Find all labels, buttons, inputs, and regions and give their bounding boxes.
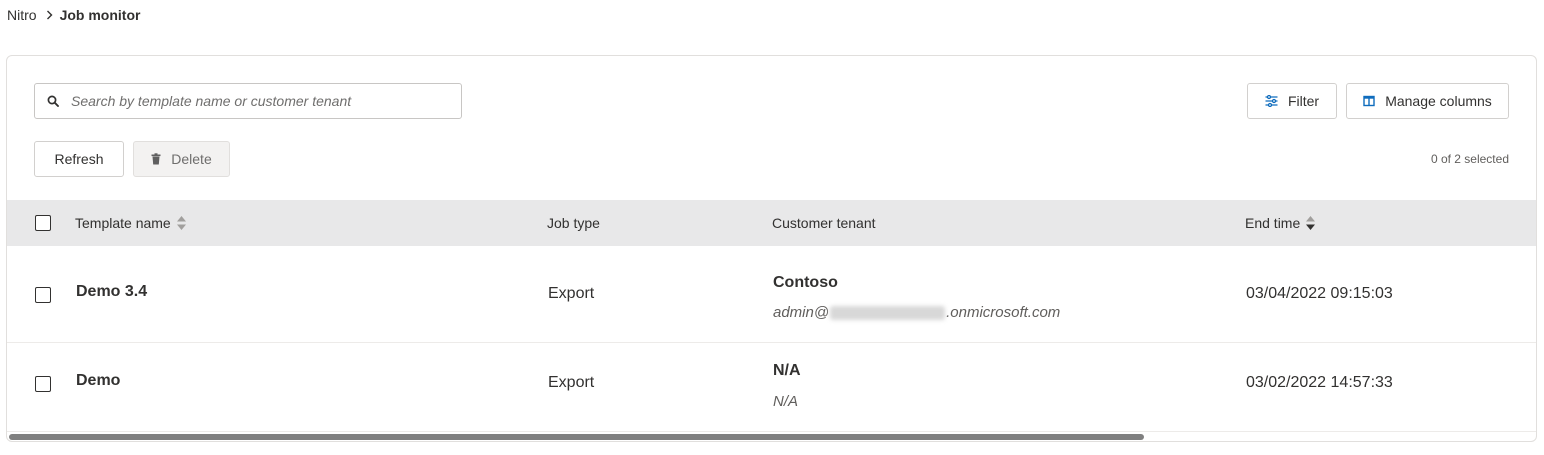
filter-icon	[1265, 95, 1278, 107]
trash-icon	[151, 153, 161, 165]
manage-columns-label: Manage columns	[1385, 93, 1492, 109]
search-input[interactable]	[71, 93, 451, 109]
search-icon	[35, 95, 71, 107]
sort-icon[interactable]	[1305, 215, 1316, 231]
chevron-right-icon	[46, 10, 53, 20]
redacted-text	[830, 306, 946, 321]
column-label: Template name	[75, 215, 171, 231]
template-name[interactable]: Demo	[76, 372, 120, 390]
row-checkbox[interactable]	[35, 376, 51, 392]
breadcrumb: Nitro Job monitor	[7, 6, 140, 24]
horizontal-scrollbar[interactable]	[9, 434, 1144, 440]
table-row[interactable]: Demo 3.4 Export Contoso admin@ .onmicroso…	[7, 246, 1536, 343]
end-time: 03/04/2022 09:15:03	[1246, 285, 1393, 302]
template-name[interactable]: Demo 3.4	[76, 283, 147, 301]
filter-button[interactable]: Filter	[1247, 83, 1337, 119]
tenant-email: admin@ .onmicrosoft.com	[773, 304, 1060, 321]
breadcrumb-root[interactable]: Nitro	[7, 7, 37, 23]
tenant-name: N/A	[773, 362, 801, 379]
column-header-end-time[interactable]: End time	[1245, 200, 1316, 246]
refresh-button[interactable]: Refresh	[34, 141, 124, 177]
row-checkbox[interactable]	[35, 287, 51, 303]
selection-count: 0 of 2 selected	[1430, 152, 1509, 166]
column-header-job-type: Job type	[547, 200, 600, 246]
delete-label: Delete	[171, 151, 212, 167]
manage-columns-button[interactable]: Manage columns	[1346, 83, 1509, 119]
delete-button[interactable]: Delete	[133, 141, 230, 177]
select-all-checkbox[interactable]	[35, 215, 51, 231]
end-time: 03/02/2022 14:57:33	[1246, 374, 1393, 391]
search-box	[34, 83, 462, 119]
column-header-customer-tenant: Customer tenant	[772, 200, 876, 246]
tenant-email-prefix: admin@	[773, 304, 830, 321]
table-header: Template name Job type Customer tenant E…	[7, 200, 1536, 246]
tenant-sub: N/A	[773, 393, 799, 410]
tenant-name: Contoso	[773, 274, 838, 291]
column-label: Job type	[547, 215, 600, 231]
column-label: End time	[1245, 215, 1301, 231]
refresh-label: Refresh	[54, 151, 104, 167]
column-label: Customer tenant	[772, 215, 876, 231]
table-row[interactable]: Demo Export N/A N/A 03/02/2022 14:57:33	[7, 343, 1536, 432]
column-header-template-name[interactable]: Template name	[75, 200, 187, 246]
columns-icon	[1363, 95, 1375, 107]
breadcrumb-current: Job monitor	[59, 7, 141, 23]
filter-label: Filter	[1287, 93, 1320, 109]
tenant-email-suffix: .onmicrosoft.com	[946, 304, 1061, 321]
job-type: Export	[548, 285, 595, 302]
sort-icon[interactable]	[176, 215, 187, 231]
job-type: Export	[548, 374, 595, 391]
job-monitor-card: Filter Manage columns Refresh Delete 0 o…	[6, 55, 1537, 442]
